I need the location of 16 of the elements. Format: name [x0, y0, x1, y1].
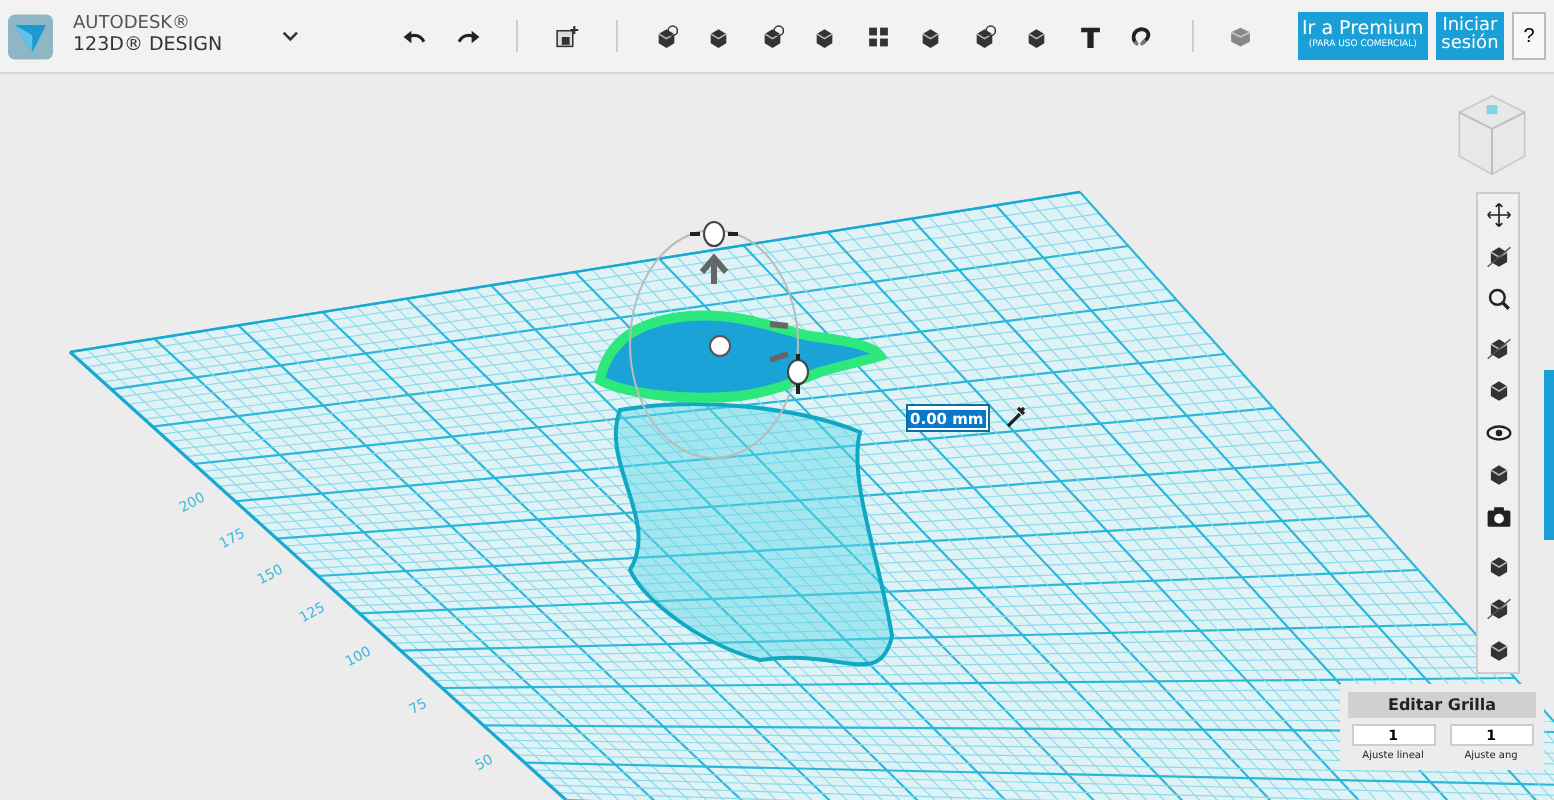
eye-icon[interactable] [1485, 420, 1511, 446]
chevron-down-icon[interactable] [282, 30, 299, 42]
logo-icon [8, 9, 53, 63]
help-button[interactable]: ? [1512, 12, 1547, 60]
camera-icon[interactable] [1485, 504, 1511, 530]
sketch-shape[interactable] [595, 310, 885, 403]
brand-name: AUTODESK® [73, 16, 193, 36]
grid-panel-title: Editar Grilla [1348, 692, 1536, 718]
cube-shapes-icon[interactable] [653, 21, 679, 51]
snap-icon[interactable] [1130, 21, 1156, 51]
zoom-icon[interactable] [1485, 286, 1511, 312]
add-box-icon[interactable] [554, 21, 580, 51]
move-icon[interactable] [1485, 202, 1511, 228]
product-name: 123D® DESIGN [73, 35, 223, 56]
wrench-icon[interactable] [1004, 404, 1028, 428]
transform-gizmo-drawing[interactable] [629, 221, 809, 459]
